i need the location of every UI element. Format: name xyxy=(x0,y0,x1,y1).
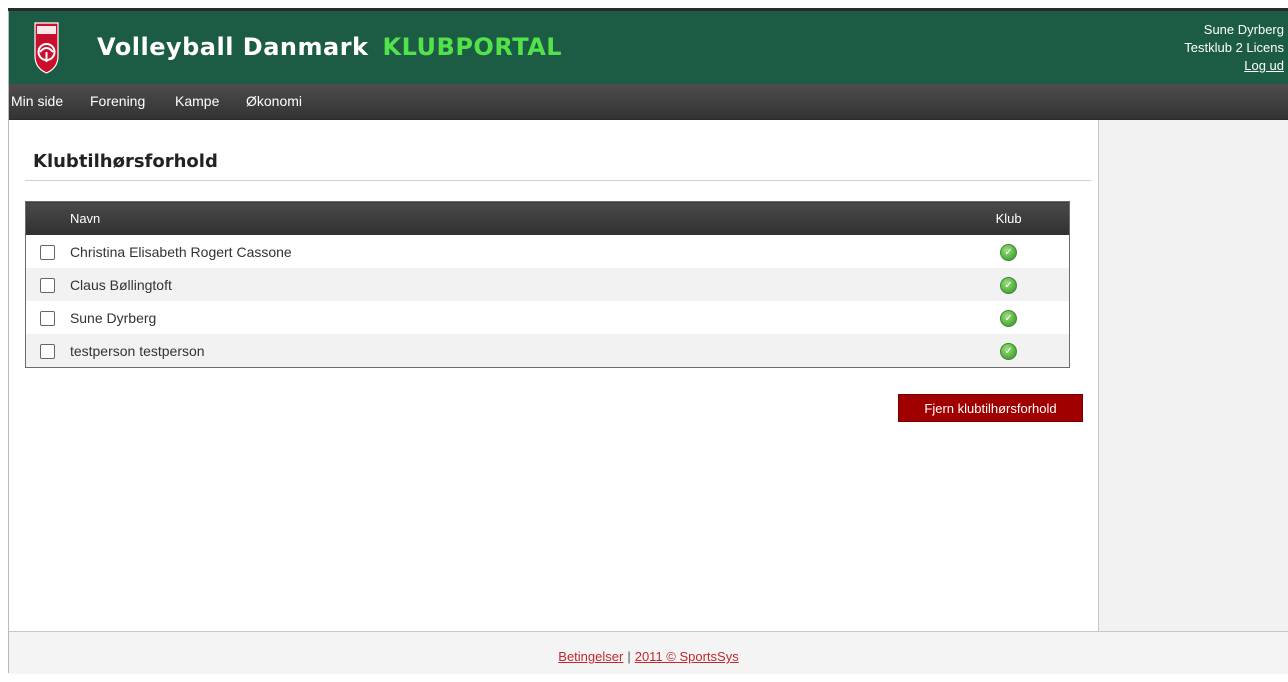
members-table: Navn Klub Christina Elisabeth Rogert Cas… xyxy=(25,201,1070,368)
row-checkbox[interactable] xyxy=(40,244,56,260)
row-checkbox[interactable] xyxy=(40,343,56,359)
table-row: Sune Dyrberg ✓ xyxy=(26,301,1070,334)
user-name: Sune Dyrberg xyxy=(1203,22,1284,37)
brand-name: Volleyball Danmark xyxy=(97,33,369,61)
user-club: Testklub 2 Licens xyxy=(1184,40,1284,55)
column-header-navn[interactable]: Navn xyxy=(69,201,949,235)
site-brand: Volleyball Danmark KLUBPORTAL xyxy=(97,33,562,61)
row-checkbox[interactable] xyxy=(40,277,56,293)
logout-link[interactable]: Log ud xyxy=(1244,58,1284,73)
portal-name: KLUBPORTAL xyxy=(382,33,563,61)
nav-item-kampe[interactable]: Kampe xyxy=(175,93,219,109)
page-container: Volleyball Danmark KLUBPORTAL Sune Dyrber… xyxy=(8,11,1288,674)
footer-separator: | xyxy=(627,649,631,664)
page-title: Klubtilhørsforhold xyxy=(25,151,1091,181)
select-column-header xyxy=(25,201,70,235)
member-name: Christina Elisabeth Rogert Cassone xyxy=(69,243,292,260)
nav-item-forening[interactable]: Forening xyxy=(90,93,145,109)
main-content: Klubtilhørsforhold Navn Klub Christina E… xyxy=(25,151,1091,422)
volleyball-danmark-logo[interactable] xyxy=(34,22,59,74)
check-icon: ✓ xyxy=(1000,310,1018,327)
site-footer: Betingelser | 2011 © SportsSys xyxy=(9,631,1288,674)
main-nav: Min side Forening Kampe Økonomi xyxy=(9,84,1288,120)
check-icon: ✓ xyxy=(1000,343,1018,360)
member-name: Claus Bøllingtoft xyxy=(69,268,949,301)
site-header: Volleyball Danmark KLUBPORTAL Sune Dyrber… xyxy=(9,11,1288,84)
copyright-link[interactable]: 2011 © SportsSys xyxy=(635,649,739,664)
row-checkbox[interactable] xyxy=(40,310,56,326)
column-header-klub[interactable]: Klub xyxy=(948,201,1070,235)
table-row: Christina Elisabeth Rogert Cassone ✓ xyxy=(26,235,1070,268)
table-row: Claus Bøllingtoft ✓ xyxy=(25,268,1070,301)
nav-item-min-side[interactable]: Min side xyxy=(11,93,63,109)
terms-link[interactable]: Betingelser xyxy=(558,649,623,664)
user-info: Sune Dyrberg Testklub 2 Licens Log ud xyxy=(1184,21,1284,75)
check-icon: ✓ xyxy=(1000,244,1018,261)
member-name: testperson testperson xyxy=(69,334,949,368)
member-name: Sune Dyrberg xyxy=(69,309,157,326)
check-icon: ✓ xyxy=(1000,277,1018,294)
table-header-row: Navn Klub xyxy=(25,201,1070,235)
right-sidebar xyxy=(1098,120,1288,631)
nav-item-okonomi[interactable]: Økonomi xyxy=(246,93,302,109)
table-row: testperson testperson ✓ xyxy=(25,334,1070,368)
remove-club-membership-button[interactable]: Fjern klubtilhørsforhold xyxy=(898,394,1083,422)
